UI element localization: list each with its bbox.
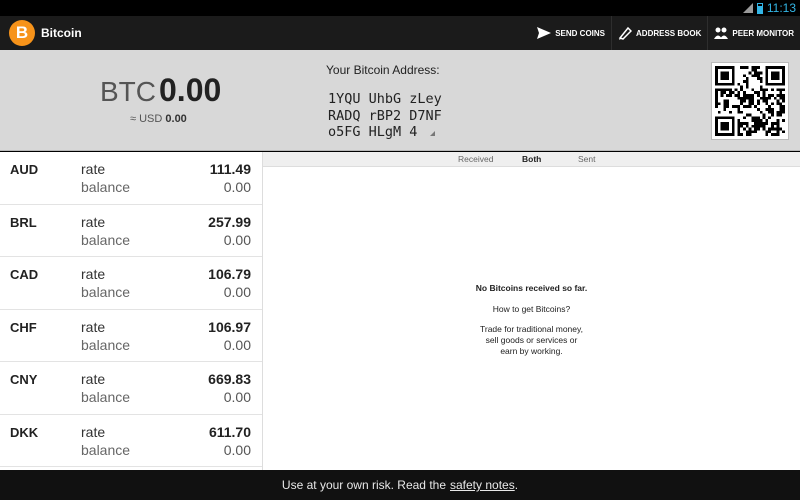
address-line: o5FG HLgM 4 [328, 124, 418, 140]
safety-notes-link[interactable]: safety notes [450, 478, 515, 492]
rate-label: rate [81, 423, 106, 440]
balance-label: balance [81, 441, 131, 458]
empty-state-line: sell goods or services or [485, 335, 578, 345]
rate-label: rate [81, 213, 106, 230]
currency-code: AUD [10, 162, 39, 177]
address-book-label: ADDRESS BOOK [636, 28, 702, 38]
btc-value: 0.00 [159, 72, 222, 108]
bitcoin-address[interactable]: 1YQU UhbG zLey RADQ rBP2 D7NF o5FG HLgM … [328, 91, 442, 141]
currency-code: CHF [10, 319, 37, 335]
rate-value: 111.49 [209, 161, 251, 177]
balance-label: balance [81, 179, 131, 195]
send-icon [537, 27, 552, 39]
local-prefix: ≈ USD [130, 113, 163, 125]
btc-unit: BTC [100, 76, 156, 107]
balance-header: BTC 0.00 ≈ USD 0.00 Your Bitcoin Address… [0, 50, 800, 151]
list-item[interactable]: CAD rate balance 106.79 0.00 [0, 257, 262, 310]
list-item[interactable]: AUD rate balance 111.49 0.00 [0, 152, 262, 205]
currency-code: DKK [10, 424, 39, 440]
address-qr-code[interactable] [711, 62, 789, 140]
peer-monitor-button[interactable]: PEER MONITOR [707, 16, 800, 50]
rate-value: 611.70 [208, 423, 251, 440]
rate-value: 106.97 [208, 318, 251, 335]
tab-both[interactable]: Both [522, 154, 541, 164]
rate-label: rate [81, 371, 106, 387]
balance-label: balance [81, 231, 131, 248]
qr-code-icon [715, 66, 785, 136]
address-label: Your Bitcoin Address: [326, 63, 440, 77]
footer-text: Use at your own risk. Read the [281, 478, 446, 492]
empty-state-title: No Bitcoins received so far. [475, 283, 588, 293]
address-line: 1YQU UhbG zLey [328, 91, 442, 107]
balance-value: 0.00 [223, 231, 251, 248]
currency-code: CAD [10, 267, 39, 282]
currency-code: CNY [10, 372, 38, 387]
balance-label: balance [81, 389, 131, 405]
empty-state-line: earn by working. [500, 346, 563, 356]
list-item[interactable]: CNY rate balance 669.83 0.00 [0, 362, 262, 415]
exchange-rates-list[interactable]: AUD rate balance 111.49 0.00 BRL rate ba… [0, 152, 263, 470]
empty-state-line: Trade for traditional money, [480, 324, 583, 334]
rate-label: rate [81, 161, 106, 177]
battery-icon [756, 2, 763, 14]
balance-value: 0.00 [223, 441, 251, 458]
list-item[interactable]: CHF rate balance 106.97 0.00 [0, 310, 262, 362]
footer-disclaimer: Use at your own risk. Read the safety no… [0, 470, 800, 500]
list-item[interactable]: DKK rate balance 611.70 0.00 [0, 415, 262, 467]
action-bar: B Bitcoin SEND COINS ADDRESS BOOK PEER M… [0, 16, 800, 50]
local-value: 0.00 [165, 113, 187, 125]
balance-label: balance [81, 284, 131, 300]
bitcoin-logo-icon[interactable]: B [9, 20, 35, 46]
address-menu-icon[interactable] [430, 131, 435, 136]
balance-value: 0.00 [223, 179, 251, 195]
balance-value: 0.00 [223, 336, 251, 353]
currency-code: BRL [10, 214, 37, 230]
tab-sent[interactable]: Sent [578, 154, 596, 164]
address-book-button[interactable]: ADDRESS BOOK [611, 16, 707, 50]
transactions-panel: Received Both Sent No Bitcoins received … [263, 152, 800, 470]
local-balance: ≈ USD 0.00 [130, 113, 187, 125]
rate-value: 257.99 [208, 213, 251, 230]
status-bar: 11:13 [0, 0, 800, 16]
balance-label: balance [81, 336, 131, 353]
address-book-icon [618, 26, 633, 40]
rate-label: rate [81, 266, 106, 282]
send-coins-button[interactable]: SEND COINS [531, 16, 611, 50]
peer-monitor-label: PEER MONITOR [732, 28, 794, 38]
rate-value: 669.83 [208, 371, 251, 387]
signal-icon [742, 3, 753, 13]
send-coins-label: SEND COINS [555, 28, 606, 38]
btc-balance: BTC 0.00 [100, 72, 221, 109]
tab-received[interactable]: Received [458, 154, 493, 164]
empty-state-description: Trade for traditional money, sell goods … [263, 324, 800, 357]
balance-value: 0.00 [223, 389, 251, 405]
address-line: RADQ rBP2 D7NF [328, 107, 442, 124]
empty-state-question: How to get Bitcoins? [492, 304, 571, 314]
app-title: Bitcoin [41, 26, 82, 40]
balance-value: 0.00 [223, 284, 251, 300]
rate-label: rate [81, 318, 106, 335]
peers-icon [714, 27, 729, 39]
list-item[interactable]: BRL rate balance 257.99 0.00 [0, 205, 262, 257]
footer-suffix: . [514, 478, 519, 492]
status-clock: 11:13 [766, 1, 796, 15]
transaction-tabs: Received Both Sent [263, 152, 800, 167]
rate-value: 106.79 [208, 266, 251, 282]
